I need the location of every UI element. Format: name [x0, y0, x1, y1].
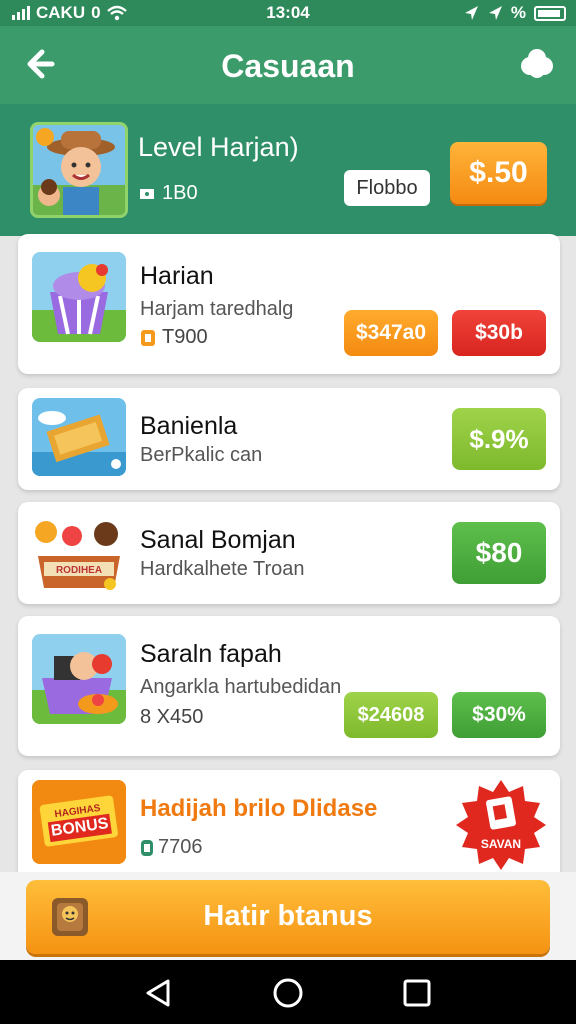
ticket-thumbnail	[32, 398, 126, 476]
offer-card-2[interactable]: Banienla BerPkalic can $.9%	[18, 388, 560, 490]
status-bar: CAKU 0 13:04 %	[0, 0, 576, 26]
price-button[interactable]: $80	[452, 522, 546, 584]
card-title: Sanal Bomjan	[140, 526, 296, 554]
card-meta-value: T900	[162, 326, 208, 348]
coin-icon	[141, 839, 153, 856]
card-subtitle: Angarkla hartubedidan	[140, 676, 342, 698]
price-button[interactable]: $.9%	[452, 408, 546, 470]
price-button[interactable]: $24608	[344, 692, 438, 738]
basket-thumbnail	[32, 252, 126, 342]
price-button-secondary[interactable]: $30%	[452, 692, 546, 738]
bonus-meta-value: 7706	[158, 836, 203, 858]
offer-card-3[interactable]: RODIHEA Sanal Bomjan Hardkalhete Troan $…	[18, 502, 560, 604]
hero-pill-button[interactable]: Flobbo	[344, 170, 430, 206]
home-nav-icon[interactable]	[271, 976, 305, 1010]
location-icon	[464, 6, 478, 20]
bonus-title: Hadijah brilo Dlidase	[140, 795, 378, 822]
recents-nav-icon[interactable]	[400, 976, 434, 1010]
card-meta: 8 X450	[140, 706, 204, 728]
card-title: Banienla	[140, 412, 238, 440]
player-avatar[interactable]	[30, 122, 128, 218]
price-button-secondary[interactable]: $30b	[452, 310, 546, 356]
bonus-thumbnail: BONUS HAGIHAS	[32, 780, 126, 864]
app-header: Casuaan	[0, 26, 576, 104]
hero-price-button[interactable]: $.50	[450, 142, 547, 204]
food-basket-thumbnail	[32, 634, 126, 724]
bonus-meta: 7706	[140, 836, 203, 859]
cta-label: Hatir btanus	[203, 900, 373, 932]
treasure-thumbnail: RODIHEA	[32, 512, 126, 592]
battery-percent: %	[510, 3, 526, 22]
sticker-text: SAVAN	[481, 837, 521, 851]
card-title: Saraln fapah	[140, 640, 282, 668]
thumbnail-label: RODIHEA	[56, 565, 102, 576]
price-button[interactable]: $347a0	[344, 310, 438, 356]
system-nav-bar	[0, 960, 576, 1024]
card-subtitle: Harjam taredhalg	[140, 298, 294, 320]
hero-subtitle: 1B0	[138, 182, 198, 205]
navigation-icon	[488, 6, 502, 20]
settings-icon[interactable]	[520, 48, 554, 80]
hero-title: Level Harjan)	[138, 132, 299, 162]
coin-icon	[141, 329, 155, 346]
card-subtitle: BerPkalic can	[140, 444, 263, 466]
card-title: Harian	[140, 262, 214, 290]
offer-card-4[interactable]: Saraln fapah Angarkla hartubedidan 8 X45…	[18, 616, 560, 756]
ticket-icon	[140, 188, 154, 199]
card-subtitle: Hardkalhete Troan	[140, 558, 305, 580]
sale-starburst-icon[interactable]: SAVAN	[454, 778, 548, 872]
hero-sub-value: 1B0	[162, 182, 198, 204]
back-nav-icon[interactable]	[142, 976, 176, 1010]
offer-card-1[interactable]: Harian Harjam taredhalg T900 $347a0 $30b	[18, 234, 560, 374]
battery-icon	[534, 5, 566, 21]
card-meta: T900	[140, 326, 208, 349]
bonus-cta-button[interactable]: Hatir btanus	[26, 880, 550, 954]
page-title: Casuaan	[221, 48, 355, 84]
